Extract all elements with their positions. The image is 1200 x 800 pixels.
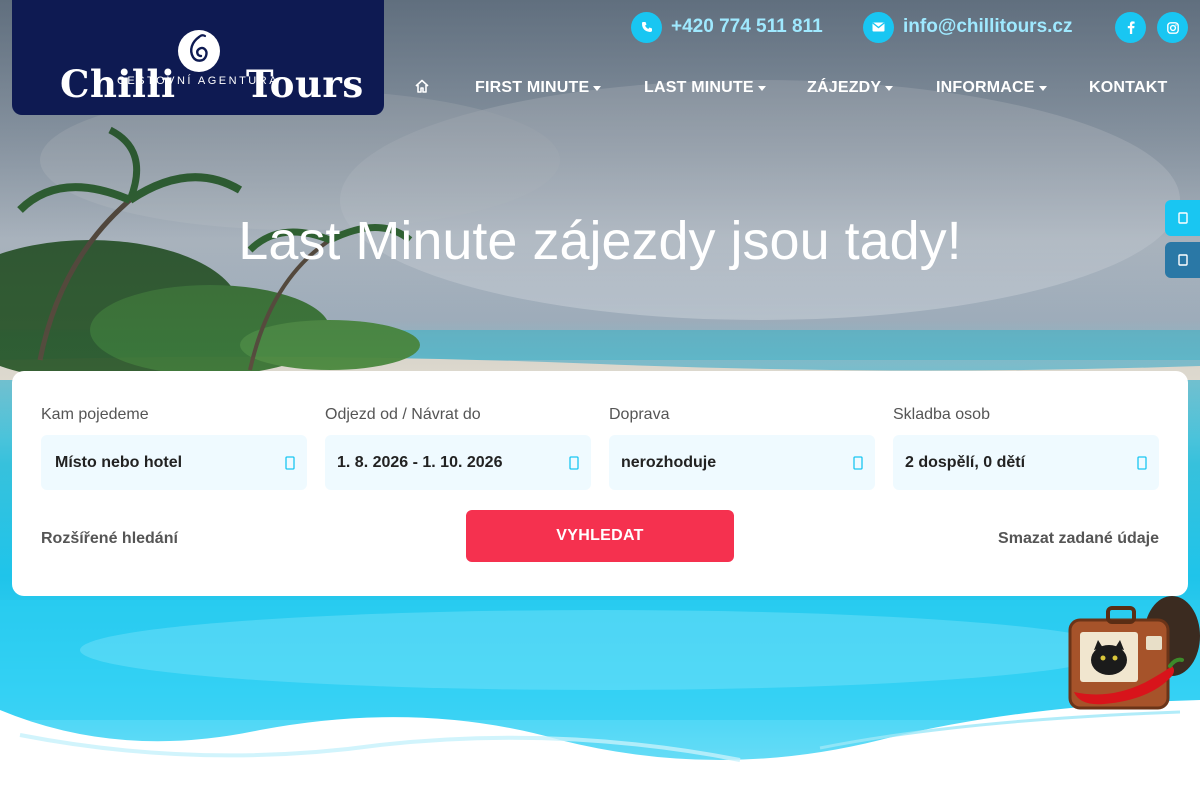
nav-informace[interactable]: INFORMACE (936, 79, 1047, 97)
nav-zajezdy[interactable]: ZÁJEZDY (807, 79, 894, 97)
clear-form-link[interactable]: Smazat zadané údaje (998, 530, 1159, 548)
nav-last-minute[interactable]: LAST MINUTE (644, 79, 766, 97)
chevron-down-icon (885, 85, 894, 91)
nav-informace-label: INFORMACE (936, 79, 1035, 96)
chevron-down-icon (1038, 85, 1047, 91)
nav-first-minute-label: FIRST MINUTE (475, 79, 590, 96)
nav-kontakt-label: KONTAKT (1089, 79, 1168, 96)
contact-phone[interactable]: +420 774 511 811 (631, 11, 823, 43)
nav-kontakt[interactable]: KONTAKT (1089, 79, 1167, 97)
contact-email[interactable]: info@chillitours.cz (863, 11, 1072, 43)
transport-label: Doprava (609, 406, 670, 423)
travelers-field: Skladba osob 2 dospělí, 0 dětí (893, 406, 1159, 490)
chevron-down-icon (593, 85, 602, 91)
dates-field: Odjezd od / Návrat do 1. 8. 2026 - 1. 10… (325, 406, 591, 490)
travelers-label: Skladba osob (893, 406, 990, 423)
envelope-icon (863, 11, 894, 43)
transport-icon (853, 455, 863, 471)
travelers-value: 2 dospělí, 0 dětí (905, 453, 1026, 471)
home-icon[interactable] (414, 78, 430, 96)
destination-field: Kam pojedeme Místo nebo hotel (41, 406, 307, 490)
nav-last-minute-label: LAST MINUTE (644, 79, 754, 96)
destination-label: Kam pojedeme (41, 406, 149, 423)
logo[interactable]: Chilli Tours CESTOVNÍ AGENTURA (12, 0, 384, 115)
location-pin-icon (285, 455, 295, 471)
calendar-icon (569, 455, 579, 471)
mascot-suitcase-image (1060, 596, 1200, 711)
dates-input[interactable]: 1. 8. 2026 - 1. 10. 2026 (325, 435, 591, 490)
advanced-search-link[interactable]: Rozšířené hledání (41, 530, 178, 548)
instagram-icon[interactable] (1157, 12, 1188, 43)
logo-tagline: CESTOVNÍ AGENTURA (116, 75, 280, 87)
hero-headline: Last Minute zájezdy jsou tady! (238, 211, 962, 271)
destination-value: Místo nebo hotel (55, 453, 183, 471)
transport-value: nerozhoduje (621, 453, 717, 471)
nav-first-minute[interactable]: FIRST MINUTE (475, 79, 602, 97)
side-tab-icon-light[interactable] (1165, 200, 1200, 236)
chevron-down-icon (757, 85, 766, 91)
dates-label: Odjezd od / Návrat do (325, 406, 481, 423)
facebook-icon[interactable] (1115, 12, 1146, 43)
phone-icon (631, 11, 662, 43)
people-icon (1137, 455, 1147, 471)
destination-input[interactable]: Místo nebo hotel (41, 435, 307, 490)
search-button[interactable]: VYHLEDAT (466, 510, 734, 562)
transport-select[interactable]: nerozhoduje (609, 435, 875, 490)
dates-value: 1. 8. 2026 - 1. 10. 2026 (337, 453, 503, 471)
side-tab-icon-dark[interactable] (1165, 242, 1200, 278)
email-address[interactable]: info@chillitours.cz (903, 16, 1072, 38)
logo-mark-icon (178, 30, 220, 72)
transport-field: Doprava nerozhoduje (609, 406, 875, 490)
nav-zajezdy-label: ZÁJEZDY (807, 79, 882, 96)
travelers-input[interactable]: 2 dospělí, 0 dětí (893, 435, 1159, 490)
search-form: Kam pojedeme Místo nebo hotel Odjezd od … (12, 371, 1188, 596)
phone-number[interactable]: +420 774 511 811 (671, 16, 823, 38)
